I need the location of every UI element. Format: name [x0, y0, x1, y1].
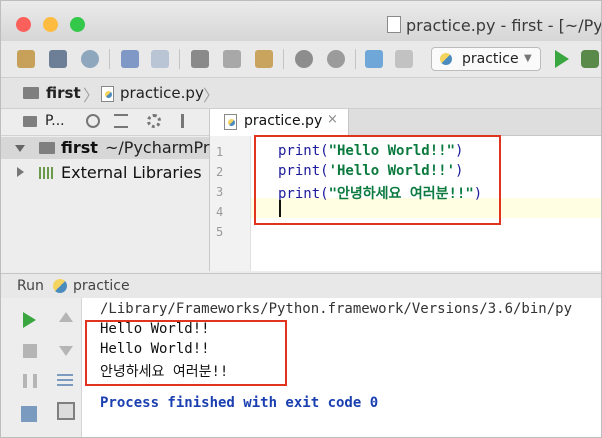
editor-tab-bar: practice.py ×	[210, 109, 601, 136]
output-highlight-box	[85, 320, 287, 386]
project-tool-window: P... first ~/PycharmPro External Librari…	[1, 109, 219, 271]
open-folder-icon[interactable]	[17, 50, 35, 68]
navigation-bar: first 〉 practice.py 〉	[1, 78, 601, 109]
main-toolbar: practice ▼	[1, 41, 601, 78]
code-highlight-box	[254, 135, 501, 225]
breadcrumb-separator-icon: 〉	[203, 86, 220, 105]
zoom-window-button[interactable]	[70, 17, 85, 32]
folder-icon	[39, 142, 55, 154]
debug-icon[interactable]	[581, 50, 599, 68]
forward-icon[interactable]	[395, 50, 413, 68]
project-view-select[interactable]: P...	[45, 113, 65, 129]
tree-item-project-root[interactable]: first ~/PycharmPro	[1, 137, 219, 159]
run-configuration-label: practice	[462, 51, 519, 67]
save-icon[interactable]	[49, 50, 67, 68]
run-icon[interactable]	[555, 50, 569, 68]
console-interpreter-path: /Library/Frameworks/Python.framework/Ver…	[100, 301, 573, 317]
collapse-arrow-icon[interactable]	[17, 167, 24, 177]
python-file-icon	[224, 114, 237, 130]
python-icon	[53, 279, 67, 293]
line-number-gutter: 1 2 3 4 5	[210, 136, 251, 271]
breadcrumb-project[interactable]: first	[46, 84, 81, 102]
chevron-down-icon: ▼	[524, 53, 532, 64]
project-view-icon	[23, 116, 37, 127]
title-bar: practice.py - first - [~/Pyc	[1, 1, 601, 41]
find-icon[interactable]	[295, 50, 313, 68]
python-file-icon	[101, 86, 114, 102]
tree-item-path: ~/PycharmPro	[105, 138, 219, 157]
project-toolbar: P...	[1, 109, 209, 136]
file-icon	[387, 16, 401, 33]
close-window-button[interactable]	[16, 17, 31, 32]
scroll-down-icon[interactable]	[59, 346, 73, 356]
line-number: 2	[216, 165, 224, 179]
line-number: 5	[216, 225, 224, 239]
scroll-from-source-icon[interactable]	[86, 114, 100, 128]
hide-panel-icon[interactable]	[181, 114, 184, 128]
console-exit-message: Process finished with exit code 0	[100, 395, 379, 411]
copy-icon[interactable]	[223, 50, 241, 68]
replace-icon[interactable]	[327, 50, 345, 68]
cut-icon[interactable]	[191, 50, 209, 68]
print-icon[interactable]	[57, 402, 75, 420]
run-config-name: practice	[73, 278, 130, 294]
expand-arrow-icon[interactable]	[15, 145, 25, 152]
layout-icon[interactable]	[21, 406, 37, 422]
run-tool-window-header: Run practice	[1, 273, 601, 299]
code-editor: practice.py × 1 2 3 4 5 print("Hello Wor…	[210, 109, 601, 271]
back-icon[interactable]	[365, 50, 383, 68]
toolbar-separator	[283, 49, 284, 69]
tree-item-external-libraries[interactable]: External Libraries	[61, 163, 202, 182]
line-number: 1	[216, 145, 224, 159]
tab-practice-py[interactable]: practice.py ×	[210, 109, 349, 136]
redo-icon[interactable]	[151, 50, 169, 68]
toolbar-separator	[109, 49, 110, 69]
sync-icon[interactable]	[81, 50, 99, 68]
soft-wrap-icon[interactable]	[57, 374, 73, 388]
minimize-window-button[interactable]	[43, 17, 58, 32]
breadcrumb-separator-icon: 〉	[83, 86, 100, 105]
rerun-icon[interactable]	[23, 312, 36, 328]
toolbar-separator	[355, 49, 356, 69]
stop-icon[interactable]	[23, 344, 37, 358]
paste-icon[interactable]	[255, 50, 273, 68]
tree-item-label: first	[61, 138, 98, 157]
collapse-all-icon[interactable]	[114, 114, 128, 128]
pause-icon[interactable]	[23, 374, 37, 388]
line-number: 3	[216, 185, 224, 199]
console-output: /Library/Frameworks/Python.framework/Ver…	[82, 298, 601, 437]
line-number: 4	[216, 205, 224, 219]
close-tab-icon[interactable]: ×	[327, 112, 338, 127]
pycharm-window: practice.py - first - [~/Pyc practice ▼ …	[0, 0, 602, 438]
toolbar-separator	[179, 49, 180, 69]
run-configuration-select[interactable]: practice ▼	[431, 47, 541, 71]
breadcrumb-file[interactable]: practice.py	[120, 84, 204, 102]
tab-label: practice.py	[244, 113, 323, 129]
folder-icon	[23, 87, 39, 99]
python-icon	[440, 53, 452, 65]
library-icon	[39, 167, 55, 179]
run-panel-title: Run	[17, 278, 44, 294]
window-title: practice.py - first - [~/Pyc	[406, 16, 602, 35]
undo-icon[interactable]	[121, 50, 139, 68]
gear-icon[interactable]	[147, 114, 161, 128]
scroll-up-icon[interactable]	[59, 312, 73, 322]
run-toolbar	[1, 298, 82, 437]
